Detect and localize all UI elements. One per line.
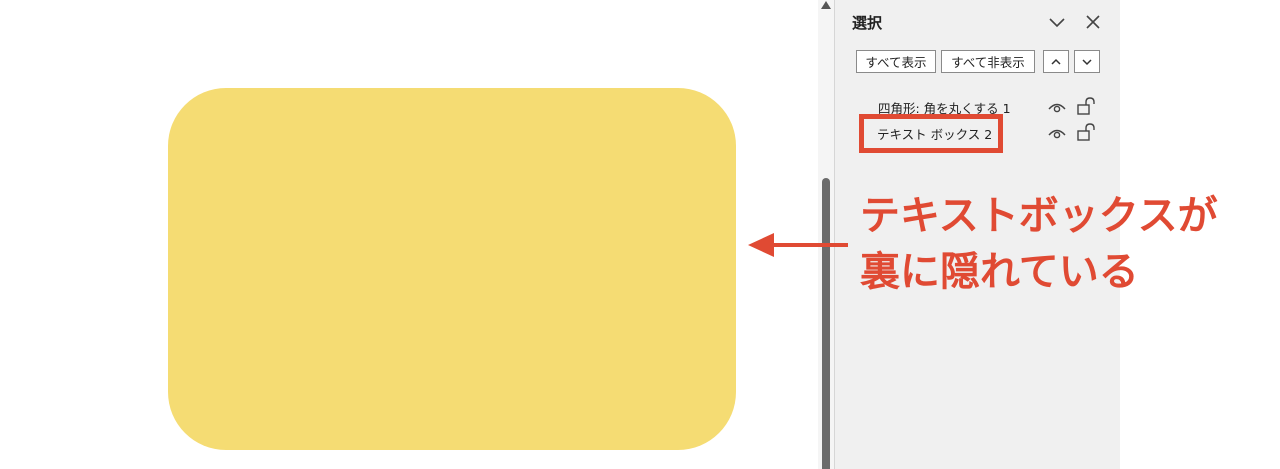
hide-all-button[interactable]: すべて非表示 xyxy=(941,50,1035,73)
close-icon[interactable] xyxy=(1083,12,1103,32)
send-backward-button[interactable] xyxy=(1074,50,1100,73)
pane-title: 選択 xyxy=(852,14,883,32)
chevron-down-icon[interactable] xyxy=(1047,14,1067,32)
eye-icon[interactable] xyxy=(1047,125,1067,143)
scroll-up-arrow-icon[interactable] xyxy=(821,1,831,9)
bring-forward-button[interactable] xyxy=(1043,50,1069,73)
unlock-icon[interactable] xyxy=(1076,123,1096,141)
eye-icon[interactable] xyxy=(1047,99,1067,117)
unlock-icon[interactable] xyxy=(1076,97,1096,115)
show-all-button[interactable]: すべて表示 xyxy=(856,50,936,73)
chevron-down-icon xyxy=(1082,58,1092,65)
highlight-box xyxy=(859,114,1003,153)
annotation-line-2: 裏に隠れている xyxy=(860,249,1139,295)
annotation-text: テキストボックスが 裏に隠れている xyxy=(860,188,1270,300)
stage: 選択 すべて表示 すべて非表示 四角形: 角を丸くする 1 テキスト ボックス … xyxy=(0,0,1280,469)
rounded-rectangle-shape[interactable] xyxy=(168,88,736,450)
arrow-left-icon xyxy=(748,233,848,257)
annotation-line-1: テキストボックスが xyxy=(860,193,1218,239)
scroll-thumb[interactable] xyxy=(822,178,830,469)
chevron-up-icon xyxy=(1051,58,1061,65)
